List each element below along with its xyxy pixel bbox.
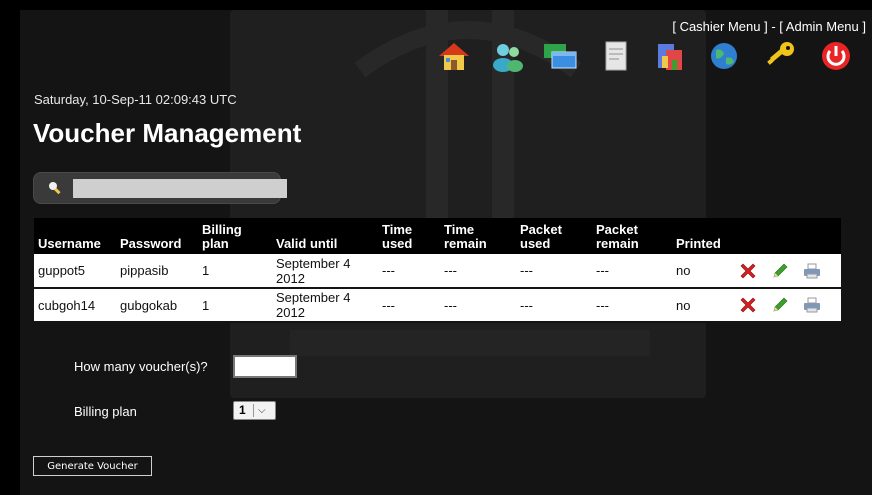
reports-icon[interactable] xyxy=(652,38,688,74)
toolbar xyxy=(436,38,856,78)
key-icon[interactable] xyxy=(762,38,798,74)
select-divider xyxy=(253,404,254,417)
cashier-menu-link[interactable]: [ Cashier Menu ] xyxy=(672,19,767,34)
delete-icon[interactable] xyxy=(738,261,758,281)
print-icon[interactable] xyxy=(802,295,822,315)
time-used-cell: --- xyxy=(378,288,440,323)
packet-used-cell: --- xyxy=(516,288,592,323)
billing-plan-select[interactable]: 1 ⌵ xyxy=(233,401,276,420)
column-header: Time remain xyxy=(440,218,516,254)
voucher-quantity-label: How many voucher(s)? xyxy=(74,359,208,374)
time-remain-cell: --- xyxy=(440,254,516,289)
column-header: Packet used xyxy=(516,218,592,254)
top-navigation: [ Cashier Menu ] - [ Admin Menu ] xyxy=(672,19,866,34)
chevron-down-icon: ⌵ xyxy=(258,405,266,416)
document-icon[interactable] xyxy=(598,38,634,74)
time-used-cell: --- xyxy=(378,254,440,289)
time-remain-cell: --- xyxy=(440,288,516,323)
actions-header xyxy=(734,218,841,254)
nav-separator: - xyxy=(767,19,780,34)
windows-icon[interactable] xyxy=(542,38,578,74)
column-header: Billing plan xyxy=(198,218,272,254)
row-actions xyxy=(734,288,841,323)
users-icon[interactable] xyxy=(490,38,526,74)
column-header: Valid until xyxy=(272,218,378,254)
print-icon[interactable] xyxy=(802,261,822,281)
billing-plan-label: Billing plan xyxy=(74,404,137,419)
admin-menu-link[interactable]: [ Admin Menu ] xyxy=(779,19,866,34)
voucher-quantity-input[interactable] xyxy=(233,355,297,378)
password-cell: gubgokab xyxy=(116,288,198,323)
packet-remain-cell: --- xyxy=(592,288,672,323)
search-icon xyxy=(49,182,61,195)
password-cell: pippasib xyxy=(116,254,198,289)
printed-cell: no xyxy=(672,288,734,323)
current-datetime: Saturday, 10-Sep-11 02:09:43 UTC xyxy=(34,92,237,107)
search-box xyxy=(33,172,287,204)
packet-remain-cell: --- xyxy=(592,254,672,289)
column-header: Time used xyxy=(378,218,440,254)
column-header: Password xyxy=(116,218,198,254)
search-input[interactable] xyxy=(73,179,287,198)
table-row: guppot5 pippasib 1 September 4 2012 --- … xyxy=(34,254,841,289)
table-header-row: Username Password Billing plan Valid unt… xyxy=(34,218,841,254)
table-row: cubgoh14 gubgokab 1 September 4 2012 ---… xyxy=(34,288,841,323)
printed-cell: no xyxy=(672,254,734,289)
page-title: Voucher Management xyxy=(33,118,302,148)
column-header: Printed xyxy=(672,218,734,254)
row-actions xyxy=(734,254,841,289)
generate-voucher-button[interactable]: Generate Voucher xyxy=(33,456,152,476)
power-icon[interactable] xyxy=(818,38,854,74)
column-header: Username xyxy=(34,218,116,254)
voucher-table: Username Password Billing plan Valid unt… xyxy=(34,218,841,323)
edit-icon[interactable] xyxy=(770,295,790,315)
column-header: Packet remain xyxy=(592,218,672,254)
valid-until-cell: September 4 2012 xyxy=(272,254,378,289)
globe-icon[interactable] xyxy=(706,38,742,74)
home-icon[interactable] xyxy=(436,38,472,74)
valid-until-cell: September 4 2012 xyxy=(272,288,378,323)
delete-icon[interactable] xyxy=(738,295,758,315)
billing-plan-cell: 1 xyxy=(198,288,272,323)
packet-used-cell: --- xyxy=(516,254,592,289)
edit-icon[interactable] xyxy=(770,261,790,281)
username-cell: guppot5 xyxy=(34,254,116,289)
billing-plan-cell: 1 xyxy=(198,254,272,289)
username-cell: cubgoh14 xyxy=(34,288,116,323)
billing-plan-value: 1 xyxy=(239,403,246,417)
